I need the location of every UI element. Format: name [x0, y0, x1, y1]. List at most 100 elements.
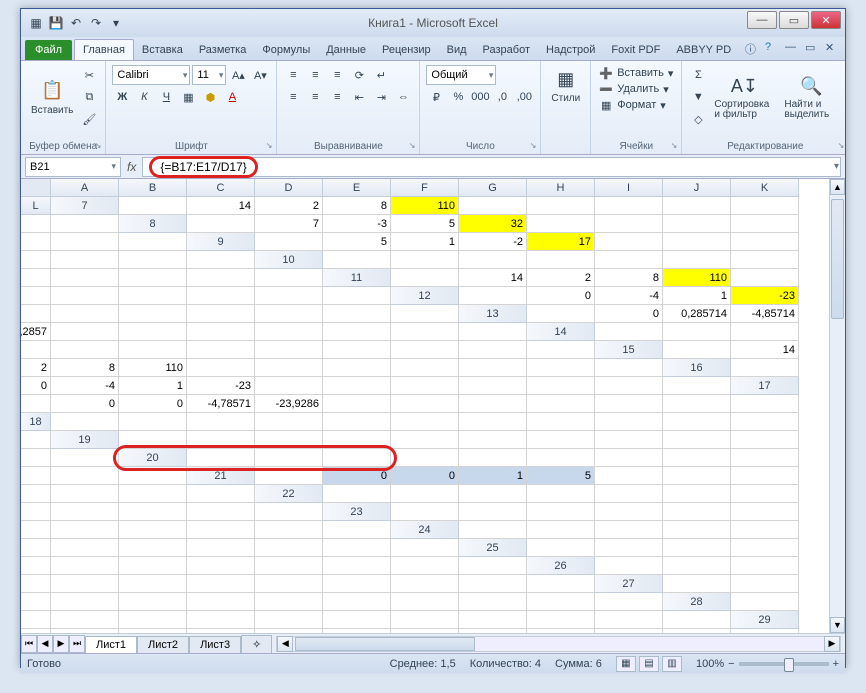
cell-K13[interactable] — [391, 323, 459, 341]
cell-F26[interactable] — [119, 575, 187, 593]
cell-H12[interactable] — [119, 305, 187, 323]
cell-F14[interactable] — [119, 341, 187, 359]
clear-icon[interactable]: ◇ — [688, 109, 708, 129]
cell-G16[interactable] — [323, 377, 391, 395]
cell-A10[interactable] — [323, 251, 391, 269]
cell-B24[interactable] — [527, 521, 595, 539]
cell-A21[interactable] — [255, 467, 323, 485]
cell-C15[interactable]: 2 — [21, 359, 51, 377]
cell-A9[interactable] — [255, 233, 323, 251]
cell-I18[interactable] — [595, 413, 663, 431]
tab-formulas[interactable]: Формулы — [254, 40, 318, 60]
cell-D16[interactable]: 1 — [119, 377, 187, 395]
cell-C18[interactable] — [187, 413, 255, 431]
cell-K20[interactable] — [51, 467, 119, 485]
cell-B28[interactable] — [21, 611, 51, 629]
cell-H10[interactable] — [21, 269, 51, 287]
cell-G12[interactable] — [51, 305, 119, 323]
cell-H21[interactable] — [731, 467, 799, 485]
cell-J20[interactable] — [21, 467, 51, 485]
sheet-tab-1[interactable]: Лист1 — [85, 636, 137, 653]
font-size-combo[interactable]: 11 — [192, 65, 226, 85]
row-header-19[interactable]: 19 — [51, 431, 119, 449]
col-header-A[interactable]: A — [51, 179, 119, 197]
row-header-26[interactable]: 26 — [527, 557, 595, 575]
cell-I26[interactable] — [323, 575, 391, 593]
cell-D27[interactable] — [51, 593, 119, 611]
hscroll-thumb[interactable] — [295, 637, 475, 651]
col-header-J[interactable]: J — [663, 179, 731, 197]
cell-A13[interactable] — [527, 305, 595, 323]
cell-D10[interactable] — [527, 251, 595, 269]
cell-F8[interactable] — [527, 215, 595, 233]
cell-C7[interactable]: 2 — [255, 197, 323, 215]
cell-B20[interactable] — [255, 449, 323, 467]
cell-I14[interactable] — [323, 341, 391, 359]
cell-J22[interactable] — [119, 503, 187, 521]
cell-H13[interactable] — [187, 323, 255, 341]
scroll-right-button[interactable]: ▶ — [824, 636, 840, 652]
fx-icon[interactable]: fx — [127, 160, 136, 174]
cell-D12[interactable]: 1 — [663, 287, 731, 305]
merge-icon[interactable]: ⇔ — [393, 87, 413, 107]
cell-L20[interactable] — [119, 467, 187, 485]
cell-C17[interactable]: 0 — [119, 395, 187, 413]
cell-A24[interactable] — [459, 521, 527, 539]
row-header-12[interactable]: 12 — [391, 287, 459, 305]
cell-D11[interactable]: 8 — [595, 269, 663, 287]
cell-C26[interactable] — [731, 557, 799, 575]
cell-G11[interactable] — [21, 287, 51, 305]
tab-file[interactable]: Файл — [25, 40, 72, 60]
cell-B12[interactable]: 0 — [527, 287, 595, 305]
cell-K9[interactable] — [119, 251, 187, 269]
cell-G22[interactable] — [731, 485, 799, 503]
cell-E26[interactable] — [51, 575, 119, 593]
cell-D21[interactable]: 1 — [459, 467, 527, 485]
cell-K8[interactable] — [51, 233, 119, 251]
cell-I23[interactable] — [119, 521, 187, 539]
underline-icon[interactable]: Ч — [156, 87, 176, 107]
paste-button[interactable]: 📋 Вставить — [27, 77, 77, 118]
zoom-level[interactable]: 100% — [696, 658, 724, 670]
cell-F12[interactable] — [21, 305, 51, 323]
tab-insert[interactable]: Вставка — [134, 40, 191, 60]
cell-C21[interactable]: 0 — [391, 467, 459, 485]
tab-addins[interactable]: Надстрой — [538, 40, 603, 60]
row-header-10[interactable]: 10 — [255, 251, 323, 269]
cell-I22[interactable] — [51, 503, 119, 521]
cell-J12[interactable] — [255, 305, 323, 323]
number-format-combo[interactable]: Общий — [426, 65, 496, 85]
cell-H11[interactable] — [51, 287, 119, 305]
cell-D8[interactable]: 5 — [391, 215, 459, 233]
copy-icon[interactable]: ⧉ — [79, 87, 99, 107]
cell-G21[interactable] — [663, 467, 731, 485]
redo-icon[interactable]: ↷ — [87, 14, 105, 32]
row-header-8[interactable]: 8 — [119, 215, 187, 233]
cell-C25[interactable] — [663, 539, 731, 557]
cell-I13[interactable] — [255, 323, 323, 341]
cell-D14[interactable] — [21, 341, 51, 359]
cell-J21[interactable] — [51, 485, 119, 503]
cell-K19[interactable] — [21, 449, 51, 467]
cell-F7[interactable] — [459, 197, 527, 215]
cell-E10[interactable] — [595, 251, 663, 269]
cell-L8[interactable] — [119, 233, 187, 251]
cell-B13[interactable]: 0 — [595, 305, 663, 323]
cell-K15[interactable] — [527, 359, 595, 377]
cell-G7[interactable] — [527, 197, 595, 215]
cell-A26[interactable] — [595, 557, 663, 575]
cell-C13[interactable]: 0,285714 — [663, 305, 731, 323]
last-sheet-button[interactable]: ⏭ — [69, 635, 85, 653]
cell-L17[interactable] — [731, 395, 799, 413]
horizontal-scrollbar[interactable]: ◀ ▶ — [276, 636, 841, 652]
cell-B14[interactable] — [663, 323, 731, 341]
cell-K27[interactable] — [527, 593, 595, 611]
cell-I12[interactable] — [187, 305, 255, 323]
cell-E27[interactable] — [119, 593, 187, 611]
tab-layout[interactable]: Разметка — [191, 40, 255, 60]
cell-L21[interactable] — [187, 485, 255, 503]
cell-J18[interactable] — [663, 413, 731, 431]
cell-H7[interactable] — [595, 197, 663, 215]
cell-F13[interactable] — [51, 323, 119, 341]
cell-K12[interactable] — [323, 305, 391, 323]
